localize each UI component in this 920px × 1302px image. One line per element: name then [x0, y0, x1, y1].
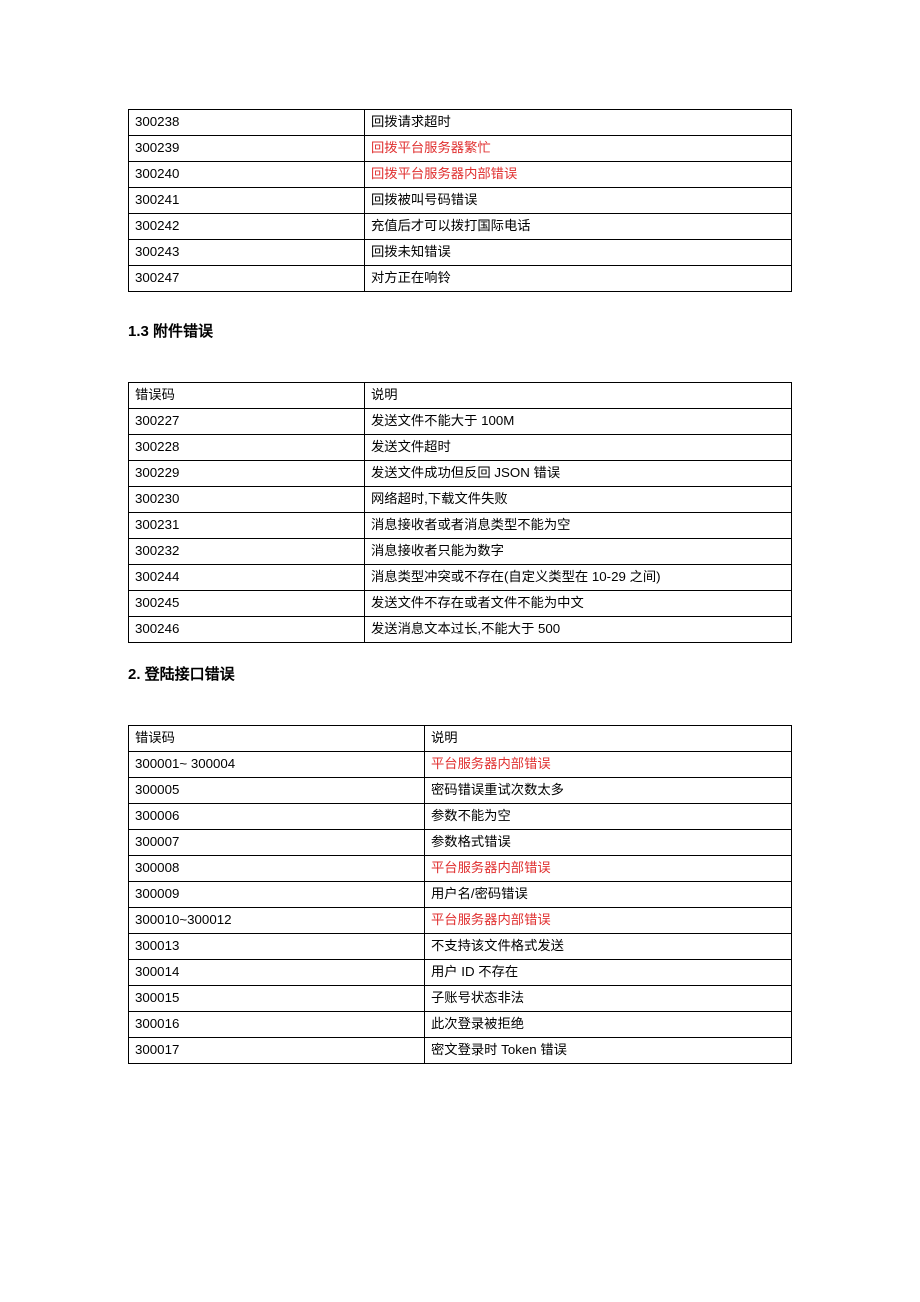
error-code-cell: 300008	[129, 856, 425, 882]
error-desc-cell: 网络超时,下载文件失败	[365, 487, 792, 513]
login-error-table: 错误码说明300001~ 300004平台服务器内部错误300005密码错误重试…	[128, 725, 792, 1064]
error-desc-cell: 发送文件成功但反回 JSON 错误	[365, 461, 792, 487]
table-row: 300246发送消息文本过长,不能大于 500	[129, 617, 792, 643]
error-code-cell: 300016	[129, 1012, 425, 1038]
error-desc-cell: 回拨请求超时	[365, 110, 792, 136]
error-desc-cell: 发送文件不存在或者文件不能为中文	[365, 591, 792, 617]
error-code-cell: 300013	[129, 934, 425, 960]
error-desc-cell: 回拨未知错误	[365, 240, 792, 266]
error-desc-cell: 平台服务器内部错误	[425, 908, 792, 934]
error-desc-cell: 此次登录被拒绝	[425, 1012, 792, 1038]
error-desc-cell: 参数不能为空	[425, 804, 792, 830]
section-heading-login-error: 2. 登陆接口错误	[128, 663, 235, 684]
error-code-cell: 300229	[129, 461, 365, 487]
error-desc-cell: 密码错误重试次数太多	[425, 778, 792, 804]
error-code-cell: 300247	[129, 266, 365, 292]
error-code-cell: 300015	[129, 986, 425, 1012]
error-code-cell: 300241	[129, 188, 365, 214]
error-desc-cell: 发送文件超时	[365, 435, 792, 461]
table-row: 300014用户 ID 不存在	[129, 960, 792, 986]
table-row: 300013不支持该文件格式发送	[129, 934, 792, 960]
error-desc-cell: 对方正在响铃	[365, 266, 792, 292]
table-row: 300017密文登录时 Token 错误	[129, 1038, 792, 1064]
column-header-code: 错误码	[129, 383, 365, 409]
error-code-cell: 300232	[129, 539, 365, 565]
error-code-cell: 300231	[129, 513, 365, 539]
table-row: 300006参数不能为空	[129, 804, 792, 830]
table-row: 300230网络超时,下载文件失败	[129, 487, 792, 513]
error-code-cell: 300244	[129, 565, 365, 591]
error-desc-cell: 子账号状态非法	[425, 986, 792, 1012]
table-row: 300240回拨平台服务器内部错误	[129, 162, 792, 188]
column-header-desc: 说明	[365, 383, 792, 409]
table-row: 300015子账号状态非法	[129, 986, 792, 1012]
error-code-cell: 300245	[129, 591, 365, 617]
error-desc-cell: 发送文件不能大于 100M	[365, 409, 792, 435]
document-page: 300238回拨请求超时300239回拨平台服务器繁忙300240回拨平台服务器…	[0, 0, 920, 1302]
table-row: 300242充值后才可以拨打国际电话	[129, 214, 792, 240]
error-code-cell: 300017	[129, 1038, 425, 1064]
table-row: 300243回拨未知错误	[129, 240, 792, 266]
table-row: 300228发送文件超时	[129, 435, 792, 461]
table-row: 300007参数格式错误	[129, 830, 792, 856]
error-desc-cell: 不支持该文件格式发送	[425, 934, 792, 960]
table-row: 300239回拨平台服务器繁忙	[129, 136, 792, 162]
error-desc-cell: 平台服务器内部错误	[425, 856, 792, 882]
error-desc-cell: 消息接收者或者消息类型不能为空	[365, 513, 792, 539]
table-row: 300244消息类型冲突或不存在(自定义类型在 10-29 之间)	[129, 565, 792, 591]
error-desc-cell: 回拨平台服务器繁忙	[365, 136, 792, 162]
table-row: 300231消息接收者或者消息类型不能为空	[129, 513, 792, 539]
callback-error-table: 300238回拨请求超时300239回拨平台服务器繁忙300240回拨平台服务器…	[128, 109, 792, 292]
table-header-row: 错误码说明	[129, 383, 792, 409]
error-desc-cell: 参数格式错误	[425, 830, 792, 856]
error-code-cell: 300242	[129, 214, 365, 240]
error-code-cell: 300240	[129, 162, 365, 188]
column-header-desc: 说明	[425, 726, 792, 752]
error-code-cell: 300006	[129, 804, 425, 830]
error-desc-cell: 用户 ID 不存在	[425, 960, 792, 986]
error-code-cell: 300001~ 300004	[129, 752, 425, 778]
error-desc-cell: 消息接收者只能为数字	[365, 539, 792, 565]
error-code-cell: 300246	[129, 617, 365, 643]
error-desc-cell: 回拨被叫号码错误	[365, 188, 792, 214]
attachment-error-table: 错误码说明300227发送文件不能大于 100M300228发送文件超时3002…	[128, 382, 792, 643]
error-code-cell: 300010~300012	[129, 908, 425, 934]
error-desc-cell: 用户名/密码错误	[425, 882, 792, 908]
table-row: 300009用户名/密码错误	[129, 882, 792, 908]
table-row: 300008平台服务器内部错误	[129, 856, 792, 882]
table-row: 300247对方正在响铃	[129, 266, 792, 292]
table-row: 300245发送文件不存在或者文件不能为中文	[129, 591, 792, 617]
column-header-code: 错误码	[129, 726, 425, 752]
error-code-cell: 300005	[129, 778, 425, 804]
error-desc-cell: 密文登录时 Token 错误	[425, 1038, 792, 1064]
error-code-cell: 300227	[129, 409, 365, 435]
table-row: 300229发送文件成功但反回 JSON 错误	[129, 461, 792, 487]
error-code-cell: 300239	[129, 136, 365, 162]
error-code-cell: 300238	[129, 110, 365, 136]
table-row: 300001~ 300004平台服务器内部错误	[129, 752, 792, 778]
table-row: 300010~300012平台服务器内部错误	[129, 908, 792, 934]
error-code-cell: 300009	[129, 882, 425, 908]
error-code-cell: 300014	[129, 960, 425, 986]
table-row: 300241回拨被叫号码错误	[129, 188, 792, 214]
error-desc-cell: 发送消息文本过长,不能大于 500	[365, 617, 792, 643]
table-row: 300005密码错误重试次数太多	[129, 778, 792, 804]
error-code-cell: 300228	[129, 435, 365, 461]
error-desc-cell: 消息类型冲突或不存在(自定义类型在 10-29 之间)	[365, 565, 792, 591]
table-row: 300232消息接收者只能为数字	[129, 539, 792, 565]
table-row: 300016此次登录被拒绝	[129, 1012, 792, 1038]
table-header-row: 错误码说明	[129, 726, 792, 752]
error-desc-cell: 充值后才可以拨打国际电话	[365, 214, 792, 240]
section-heading-attachment-error: 1.3 附件错误	[128, 320, 213, 341]
error-desc-cell: 回拨平台服务器内部错误	[365, 162, 792, 188]
error-code-cell: 300243	[129, 240, 365, 266]
table-row: 300227发送文件不能大于 100M	[129, 409, 792, 435]
error-code-cell: 300007	[129, 830, 425, 856]
error-code-cell: 300230	[129, 487, 365, 513]
error-desc-cell: 平台服务器内部错误	[425, 752, 792, 778]
table-row: 300238回拨请求超时	[129, 110, 792, 136]
